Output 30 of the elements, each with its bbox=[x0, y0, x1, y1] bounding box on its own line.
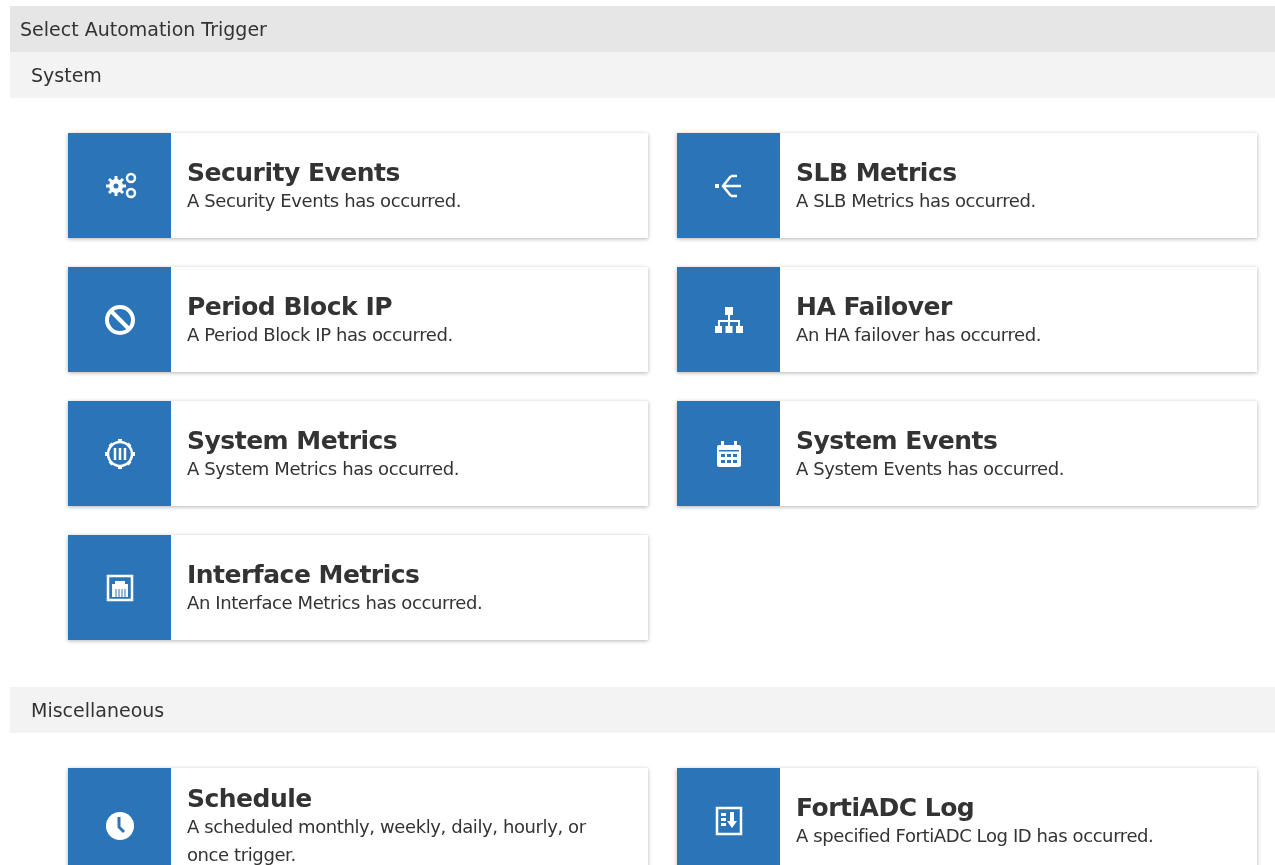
trigger-card[interactable]: FortiADC Log A specified FortiADC Log ID has occurred. bbox=[677, 768, 1257, 865]
card-title: Interface Metrics bbox=[187, 560, 421, 589]
card-title: System Events bbox=[796, 426, 999, 455]
trigger-card[interactable]: SLB Metrics A SLB Metrics has occurred. bbox=[677, 133, 1257, 238]
card-description: A Security Events has occurred. bbox=[187, 189, 461, 213]
card-description: A System Events has occurred. bbox=[796, 457, 1064, 481]
card-title: HA Failover bbox=[796, 292, 954, 321]
section-header: System bbox=[10, 52, 1275, 98]
card-title: System Metrics bbox=[187, 426, 399, 455]
trigger-card[interactable]: Security Events A Security Events has occurred. bbox=[68, 133, 648, 238]
section-header: Miscellaneous bbox=[10, 687, 1275, 733]
trigger-card[interactable]: Interface Metrics An Interface Metrics has occurred. bbox=[68, 535, 648, 640]
card-title: Period Block IP bbox=[187, 292, 394, 321]
trigger-card[interactable]: HA Failover An HA failover has occurred. bbox=[677, 267, 1257, 372]
card-description: A scheduled monthly, weekly, daily, hourly, or once trigger. bbox=[187, 815, 587, 865]
trigger-card[interactable]: System Metrics A System Metrics has occurred. bbox=[68, 401, 648, 506]
card-description: An Interface Metrics has occurred. bbox=[187, 591, 483, 615]
trigger-card[interactable]: Schedule A scheduled monthly, weekly, daily, hourly, or once trigger. bbox=[68, 768, 648, 865]
card-title: Security Events bbox=[187, 158, 401, 187]
card-title: Schedule bbox=[187, 784, 313, 813]
card-title: FortiADC Log bbox=[796, 793, 976, 822]
section-header: Select Automation Trigger bbox=[10, 6, 1275, 52]
card-description: A specified FortiADC Log ID has occurred. bbox=[796, 824, 1154, 848]
card-description: A System Metrics has occurred. bbox=[187, 457, 459, 481]
card-title: SLB Metrics bbox=[796, 158, 958, 187]
trigger-card[interactable]: System Events A System Events has occurred. bbox=[677, 401, 1257, 506]
card-description: A SLB Metrics has occurred. bbox=[796, 189, 1036, 213]
card-description: An HA failover has occurred. bbox=[796, 323, 1042, 347]
trigger-card[interactable]: Period Block IP A Period Block IP has occurred. bbox=[68, 267, 648, 372]
card-description: A Period Block IP has occurred. bbox=[187, 323, 453, 347]
